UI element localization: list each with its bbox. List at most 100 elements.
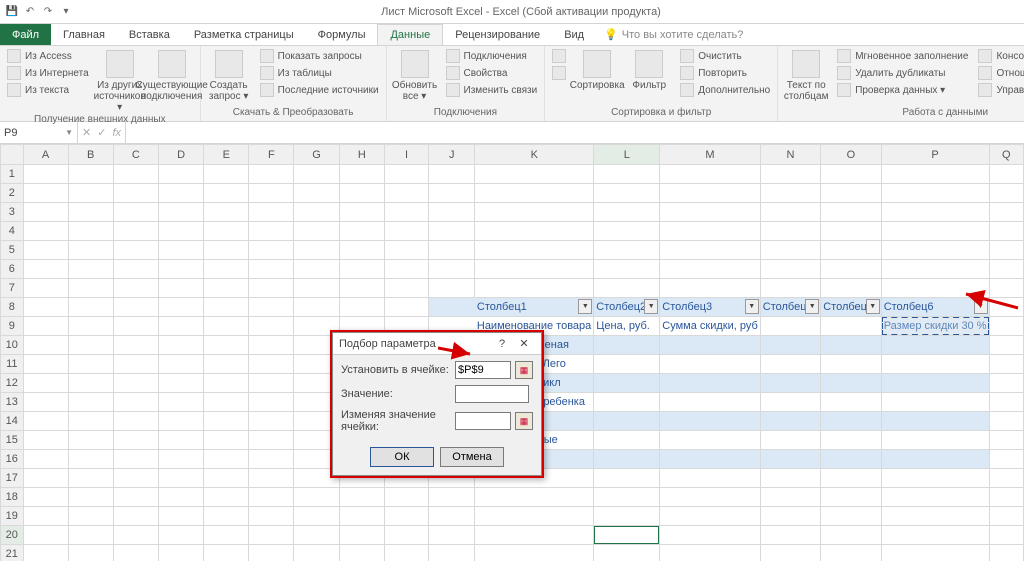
cell-E17[interactable] [204,469,249,488]
cell-A17[interactable] [23,469,68,488]
cell-J2[interactable] [429,184,475,203]
cell-C4[interactable] [113,222,158,241]
cell-A16[interactable] [23,450,68,469]
relationships-button[interactable]: Отношения [975,65,1024,81]
cell-O16[interactable] [821,450,881,469]
cell-H6[interactable] [339,260,384,279]
cell-J7[interactable] [429,279,475,298]
cell-A3[interactable] [23,203,68,222]
cell-Q13[interactable] [989,393,1023,412]
tab-data[interactable]: Данные [377,24,443,45]
cell-K20[interactable] [475,526,594,545]
existing-connections-button[interactable]: Существующие подключения [148,48,196,102]
cell-J21[interactable] [429,545,475,561]
cell-J19[interactable] [429,507,475,526]
range-picker-icon[interactable]: ▦ [515,412,533,430]
row-header-7[interactable]: 7 [1,279,24,298]
cell-N14[interactable] [760,412,820,431]
redo-icon[interactable]: ↷ [40,4,56,20]
cell-E5[interactable] [204,241,249,260]
new-query-button[interactable]: Создать запрос ▾ [205,48,253,102]
cell-Q12[interactable] [989,374,1023,393]
cell-A13[interactable] [23,393,68,412]
cell-B3[interactable] [68,203,113,222]
cell-H18[interactable] [339,488,384,507]
cell-B21[interactable] [68,545,113,561]
cell-F10[interactable] [249,336,294,355]
row-header-20[interactable]: 20 [1,526,24,545]
cell-E12[interactable] [204,374,249,393]
cell-C5[interactable] [113,241,158,260]
cell-F11[interactable] [249,355,294,374]
ok-button[interactable]: ОК [370,447,434,467]
cell-M19[interactable] [660,507,760,526]
cell-M16[interactable] [660,450,760,469]
cell-P14[interactable] [881,412,989,431]
col-header-A[interactable]: A [23,145,68,165]
cell-C18[interactable] [113,488,158,507]
row-header-5[interactable]: 5 [1,241,24,260]
tell-me[interactable]: 💡 Что вы хотите сделать? [604,24,743,45]
cell-N7[interactable] [760,279,820,298]
name-box[interactable]: P9 ▼ [0,122,78,143]
cell-F3[interactable] [249,203,294,222]
cell-E16[interactable] [204,450,249,469]
cell-J3[interactable] [429,203,475,222]
cell-H20[interactable] [339,526,384,545]
cell-O1[interactable] [821,165,881,184]
cell-P20[interactable] [881,526,989,545]
cell-D19[interactable] [159,507,204,526]
cell-A15[interactable] [23,431,68,450]
cell-L13[interactable] [594,393,660,412]
cell-A12[interactable] [23,374,68,393]
refresh-all-button[interactable]: Обновить все ▾ [391,48,439,102]
range-picker-icon[interactable]: ▦ [515,361,533,379]
cell-C15[interactable] [113,431,158,450]
cell-H5[interactable] [339,241,384,260]
cell-E6[interactable] [204,260,249,279]
cell-K5[interactable] [475,241,594,260]
cell-D7[interactable] [159,279,204,298]
cell-P21[interactable] [881,545,989,561]
cell-A11[interactable] [23,355,68,374]
cell-P13[interactable] [881,393,989,412]
cell-C13[interactable] [113,393,158,412]
cell-D8[interactable] [159,298,204,317]
recent-sources-button[interactable]: Последние источники [257,82,382,98]
cell-B20[interactable] [68,526,113,545]
cell-P16[interactable] [881,450,989,469]
cell-N4[interactable] [760,222,820,241]
cell-P2[interactable] [881,184,989,203]
cell-H21[interactable] [339,545,384,561]
cell-M14[interactable] [660,412,760,431]
cell-O2[interactable] [821,184,881,203]
cell-E8[interactable] [204,298,249,317]
dialog-titlebar[interactable]: Подбор параметра ? ✕ [333,333,541,355]
cell-K1[interactable] [475,165,594,184]
clear-filter-button[interactable]: Очистить [677,48,773,64]
cell-I20[interactable] [384,526,428,545]
filter-dropdown-icon[interactable]: ▼ [578,299,592,314]
cell-N9[interactable] [760,317,820,336]
cell-L3[interactable] [594,203,660,222]
cell-B2[interactable] [68,184,113,203]
cell-Q19[interactable] [989,507,1023,526]
cell-C2[interactable] [113,184,158,203]
cell-C1[interactable] [113,165,158,184]
from-table-button[interactable]: Из таблицы [257,65,382,81]
chevron-down-icon[interactable]: ▼ [65,128,73,137]
row-header-17[interactable]: 17 [1,469,24,488]
cell-E20[interactable] [204,526,249,545]
cell-D1[interactable] [159,165,204,184]
cell-I3[interactable] [384,203,428,222]
cell-L19[interactable] [594,507,660,526]
cell-N8[interactable]: Столбец4▼ [760,298,820,317]
cell-B11[interactable] [68,355,113,374]
cell-M12[interactable] [660,374,760,393]
cell-O12[interactable] [821,374,881,393]
cell-I8[interactable] [384,298,428,317]
cell-B8[interactable] [68,298,113,317]
cell-B17[interactable] [68,469,113,488]
row-header-21[interactable]: 21 [1,545,24,561]
cell-C16[interactable] [113,450,158,469]
